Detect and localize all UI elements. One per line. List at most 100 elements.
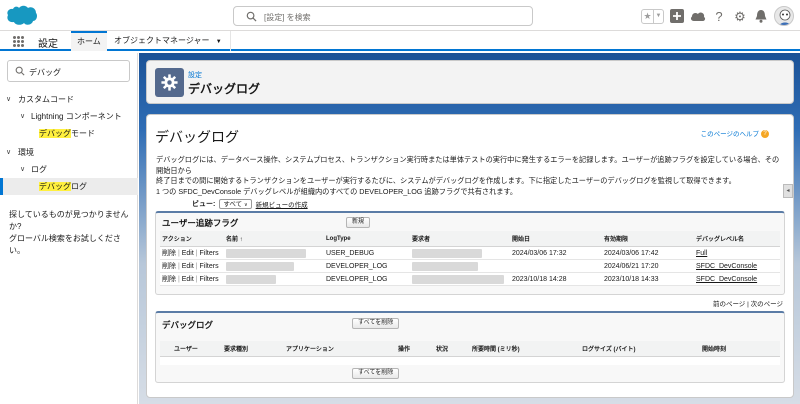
redacted-name	[226, 261, 294, 271]
delete-all-button-top[interactable]: すべてを削除	[352, 318, 400, 329]
page-kicker: 設定	[188, 72, 202, 79]
page-help-link[interactable]: このページのヘルプ?	[701, 128, 769, 139]
tab-object-manager[interactable]: オブジェクトマネージャー ▼	[106, 31, 231, 51]
chevron-down-icon[interactable]: ∨	[6, 144, 11, 161]
star-icon[interactable]: ★	[642, 9, 654, 23]
quick-find-value: デバッグ	[29, 68, 61, 77]
tree-item-debug-logs[interactable]: デバッグログ	[0, 178, 138, 195]
column-header: アクション	[160, 231, 224, 247]
chevron-down-icon[interactable]: ▼	[216, 39, 222, 45]
cloud-icon[interactable]	[690, 8, 706, 24]
tree-node-lightning-components[interactable]: ∨ Lightning コンポーネント	[0, 108, 138, 125]
edit-link[interactable]: Edit	[182, 276, 194, 283]
debug-level-link[interactable]: Full	[694, 246, 780, 260]
column-header[interactable]: 開始時刻	[700, 341, 780, 357]
name-cell[interactable]	[224, 246, 324, 260]
column-header[interactable]: 要求種別	[222, 341, 284, 357]
chevron-down-icon[interactable]: ∨	[20, 161, 25, 178]
filters-link[interactable]: Filters	[200, 250, 219, 257]
favorites-control[interactable]: ★ ▼	[641, 8, 664, 24]
new-trace-flag-button[interactable]: 新規	[346, 217, 371, 228]
expiry-cell: 2023/10/18 14:33	[602, 272, 694, 286]
tree-item-debug-mode[interactable]: デバッグモード	[0, 125, 138, 142]
debug-logs-table: ユーザー 要求種別 アプリケーション 操作 状況 所要時間 (ミリ秒) ログサイ…	[160, 341, 780, 365]
bell-icon[interactable]	[753, 8, 769, 24]
debug-level-link[interactable]: SFDC_DevConsole	[694, 259, 780, 273]
delete-all-button-bottom[interactable]: すべてを削除	[352, 368, 400, 379]
add-icon[interactable]	[669, 8, 685, 24]
new-view-link[interactable]: 新規ビューの作成	[256, 199, 308, 209]
setup-tree: ∨ カスタムコード ∨ Lightning コンポーネント デバッグモード ∨ …	[0, 91, 138, 195]
avatar[interactable]	[774, 6, 794, 26]
logtype-cell: DEVELOPER_LOG	[324, 259, 410, 273]
debug-level-link[interactable]: SFDC_DevConsole	[694, 272, 780, 286]
prev-page-link[interactable]: 前のページ	[713, 301, 745, 308]
column-header[interactable]: 開始日	[510, 231, 602, 247]
quick-find-input[interactable]: デバッグ	[7, 60, 130, 82]
header-utility-icons: ★ ▼ ? ⚙	[641, 6, 794, 26]
start-date-cell	[510, 259, 602, 273]
filters-link[interactable]: Filters	[200, 276, 219, 283]
filters-link[interactable]: Filters	[200, 263, 219, 270]
logtype-cell: USER_DEBUG	[324, 246, 410, 260]
global-header: [設定] を検索 ★ ▼ ? ⚙	[0, 0, 800, 31]
column-header[interactable]: アプリケーション	[284, 341, 396, 357]
tree-node-logs[interactable]: ∨ ログ	[0, 161, 138, 178]
column-header[interactable]: 名前 ↑	[224, 231, 324, 247]
delete-link[interactable]: 削除	[162, 250, 176, 257]
logtype-cell: DEVELOPER_LOG	[324, 272, 410, 286]
column-header[interactable]: ログサイズ (バイト)	[580, 341, 700, 357]
edit-link[interactable]: Edit	[182, 263, 194, 270]
pagination: 前のページ | 次のページ	[712, 301, 783, 308]
delete-link[interactable]: 削除	[162, 276, 176, 283]
column-header[interactable]: 操作	[396, 341, 434, 357]
column-header[interactable]: 状況	[434, 341, 470, 357]
gear-icon	[155, 68, 184, 97]
chevron-down-icon[interactable]: ∨	[6, 91, 11, 108]
debug-logs-section: デバッグログ すべてを削除 ユーザー 要求種別 アプリケーション 操作 状況 所…	[155, 311, 785, 383]
search-placeholder: [設定] を検索	[264, 13, 311, 22]
name-cell[interactable]	[224, 272, 324, 286]
app-navigation-bar: 設定 ホーム オブジェクトマネージャー ▼	[0, 31, 800, 51]
salesforce-logo[interactable]	[6, 5, 38, 26]
redacted-name	[226, 274, 276, 284]
help-icon[interactable]: ?	[711, 8, 727, 24]
next-page-link[interactable]: 次のページ	[751, 301, 783, 308]
tab-object-manager-label: オブジェクトマネージャー	[114, 36, 210, 45]
global-search-box[interactable]: [設定] を検索	[233, 6, 533, 26]
scroll-handle[interactable]: ◂	[783, 184, 793, 198]
table-row: 削除 | Edit | Filters DEVELOPER_LOG 2023/1…	[160, 272, 780, 286]
gear-icon[interactable]: ⚙	[732, 8, 748, 24]
redacted-requester	[412, 274, 504, 284]
column-header[interactable]: ユーザー	[160, 341, 222, 357]
name-cell[interactable]	[224, 259, 324, 273]
column-header[interactable]: LogType	[324, 231, 410, 247]
view-select[interactable]: すべて ∨	[219, 199, 252, 209]
column-header[interactable]: 要求者	[410, 231, 510, 247]
column-header[interactable]: 所要時間 (ミリ秒)	[470, 341, 580, 357]
page-title: デバッグログ	[188, 82, 261, 96]
debug-logs-panel: デバッグログ このページのヘルプ? デバッグログには、データベース操作、システム…	[146, 114, 794, 398]
row-actions: 削除 | Edit | Filters	[160, 259, 224, 273]
column-header[interactable]: デバッグレベル名	[694, 231, 780, 247]
help-icon: ?	[761, 130, 769, 139]
edit-link[interactable]: Edit	[182, 250, 194, 257]
expiry-cell: 2024/03/06 17:42	[602, 246, 694, 260]
tree-node-environments[interactable]: ∨ 環境	[0, 144, 138, 161]
favorites-dropdown-icon[interactable]: ▼	[654, 10, 663, 23]
table-header-row: アクション 名前 ↑ LogType 要求者 開始日 有効期限 デバッグレベル名	[160, 231, 780, 247]
trace-flags-table: アクション 名前 ↑ LogType 要求者 開始日 有効期限 デバッグレベル名…	[160, 231, 780, 286]
expiry-cell: 2024/06/21 17:20	[602, 259, 694, 273]
column-header[interactable]: 有効期限	[602, 231, 694, 247]
empty-row	[160, 356, 780, 365]
tab-home[interactable]: ホーム	[71, 31, 107, 51]
tree-node-custom-code[interactable]: ∨ カスタムコード	[0, 91, 138, 108]
delete-link[interactable]: 削除	[162, 263, 176, 270]
sidebar-help-text: 探しているものが見つかりませんか? グローバル検索をお試しください。	[9, 210, 129, 255]
chevron-down-icon[interactable]: ∨	[20, 108, 25, 125]
redacted-requester	[412, 248, 482, 258]
app-launcher-icon[interactable]	[13, 36, 24, 47]
search-icon	[246, 11, 257, 22]
section-title: デバッグログ	[162, 320, 214, 330]
requester-cell	[410, 246, 510, 260]
